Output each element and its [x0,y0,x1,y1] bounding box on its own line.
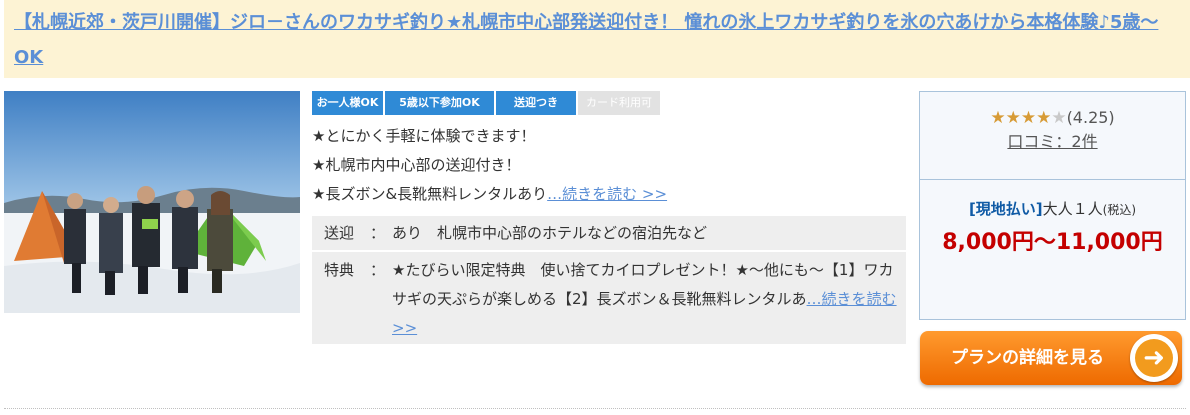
rating-area: ★★★★★(4.25) 口コミ：2件 [920,92,1185,180]
feature-badges: お一人様OK 5歳以下参加OK 送迎つき カード利用可 [312,91,660,115]
price-area: [現地払い]大人１人(税込) 8,000円〜11,000円 [920,180,1185,259]
perks-colon: ： [370,261,386,279]
pickup-value: あり 札幌市中心部のホテルなどの宿泊先など [392,224,708,242]
arrow-circle: ➜ [1130,334,1178,382]
perks-label: 特典 [324,261,355,279]
price-panel: ★★★★★(4.25) 口コミ：2件 [現地払い]大人１人(税込) 8,000円… [919,91,1186,320]
arrow-right-icon: ➜ [1135,339,1173,377]
tour-photo[interactable] [4,91,300,313]
star-empty-icon: ★ [1051,108,1067,128]
feature-list: ★とにかく手軽に体験できます！ ★札幌市内中心部の送迎付き！ ★長ズボン&長靴無… [312,122,912,209]
reviews-link[interactable]: 口コミ：2件 [1007,132,1097,151]
info-table: 送迎 ： あり 札幌市中心部のホテルなどの宿泊先など 特典 ： ★たびらい限定特… [312,216,906,344]
perks-row: 特典 ： ★たびらい限定特典 使い捨てカイロプレゼント！★〜他にも〜【1】ワカサ… [312,252,906,344]
payment-type: [現地払い] [968,200,1043,218]
tour-title-bar: 【札幌近郊・茨戸川開催】ジロ－さんのワカサギ釣り★札幌市中心部発送迎付き！ 憧れ… [4,0,1190,78]
feature-line-3-text: ★長ズボン&長靴無料レンタルあり [312,185,548,203]
badge-card-disabled: カード利用可 [578,91,660,115]
star-filled-icon: ★ [1005,108,1021,128]
per-person-label: 大人１人 [1042,200,1103,218]
perks-value: ★たびらい限定特典 使い捨てカイロプレゼント！★〜他にも〜【1】ワカサギの天ぷら… [392,256,906,344]
feature-line-3: ★長ズボン&長靴無料レンタルあり…続きを読む >> [312,180,912,209]
star-filled-icon: ★ [990,108,1006,128]
rating-line: ★★★★★(4.25) [920,108,1185,128]
read-more-link[interactable]: …続きを読む >> [547,185,667,203]
feature-line-2: ★札幌市内中心部の送迎付き！ [312,156,521,174]
pickup-row: 送迎 ： あり 札幌市中心部のホテルなどの宿泊先など [312,216,906,250]
star-filled-icon: ★ [1036,108,1052,128]
price-amount: 8,000円〜11,000円 [942,230,1163,255]
ice-fishing-group-photo [4,91,300,313]
tour-title-link[interactable]: 【札幌近郊・茨戸川開催】ジロ－さんのワカサギ釣り★札幌市中心部発送迎付き！ 憧れ… [14,12,1158,68]
badge-solo-ok: お一人様OK [312,91,383,115]
divider [4,408,1186,409]
plan-details-label: プランの詳細を見る [951,348,1104,368]
badge-under-5-ok: 5歳以下参加OK [385,91,494,115]
pickup-colon: ： [370,224,386,242]
star-filled-icon: ★ [1020,108,1037,128]
plan-details-button[interactable]: プランの詳細を見る ➜ [920,331,1182,385]
badge-pickup: 送迎つき [496,91,576,115]
rating-score: (4.25) [1066,108,1115,127]
payment-line: [現地払い]大人１人(税込) [920,198,1185,219]
feature-line-1: ★とにかく手軽に体験できます！ [312,127,536,145]
tax-note: (税込) [1102,203,1137,217]
pickup-label: 送迎 [324,224,355,242]
